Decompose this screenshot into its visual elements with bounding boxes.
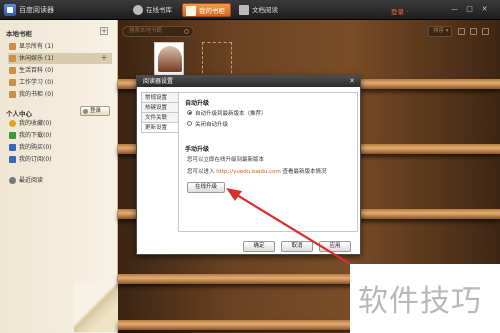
online-upgrade-button[interactable]: 在线升级 (187, 182, 225, 193)
globe-icon (133, 5, 143, 15)
radio-unselected-icon (187, 121, 192, 126)
settings-tabs: 常规设置 热键设置 文件关联 更新设置 (141, 92, 179, 133)
bookshelf-icon (186, 6, 196, 16)
grid-view-icon[interactable] (470, 28, 477, 35)
title-bar: 百度阅读器 在线书库 我的书柜 文档阅读 登录 · — □ ✕ (0, 0, 500, 20)
book-cover-image (158, 46, 182, 72)
sidebar-item-label: 工作学习 (0) (19, 79, 54, 86)
sidebar-item-purchases[interactable]: 我的购买(0) (8, 142, 112, 153)
manual-upgrade-title: 手动升级 (185, 146, 210, 153)
sidebar-item-my-shelf[interactable]: 我的书柜 (0) (8, 89, 112, 100)
book-cover[interactable] (154, 42, 184, 78)
sidebar-item-label: 我的订阅(0) (19, 156, 52, 163)
search-icon[interactable] (184, 29, 189, 34)
search-input[interactable]: 搜索本地书籍 (122, 26, 194, 37)
open-book-icon (239, 5, 249, 15)
sidebar-item-leisure[interactable]: 休闲娱乐 (1) + (8, 53, 112, 64)
list-view-icon[interactable] (458, 28, 465, 35)
watermark: 软件技巧 (350, 264, 500, 333)
download-icon (9, 132, 16, 139)
app-title: 百度阅读器 (19, 6, 54, 14)
tab-label: 我的书柜 (199, 7, 225, 15)
visit-prefix: 您可以进入 (187, 169, 217, 175)
visit-suffix: 查看最新版本情况 (280, 169, 327, 175)
sort-dropdown[interactable]: 排序 ▾ (428, 26, 452, 37)
sidebar-item-subscriptions[interactable]: 我的订阅(0) (8, 154, 112, 165)
radio-label: 关闭自动升级 (195, 122, 229, 128)
radio-disable-auto-upgrade[interactable]: 关闭自动升级 (187, 120, 228, 128)
app-logo-icon (4, 4, 16, 16)
dialog-title: 阅读器设置 (143, 78, 174, 85)
book-stack-icon (9, 43, 16, 50)
tab-label: 在线书库 (146, 6, 172, 14)
empty-book-slot[interactable] (202, 42, 232, 78)
book-stack-icon (9, 79, 16, 86)
sidebar-item-recent[interactable]: 最近阅读 (8, 175, 112, 186)
apply-button[interactable]: 应用 (319, 241, 351, 252)
sidebar-item-label: 生活百科 (0) (19, 67, 54, 74)
tab-label: 文档阅读 (252, 6, 278, 14)
sidebar-item-life[interactable]: 生活百科 (0) (8, 65, 112, 76)
maximize-icon[interactable]: □ (465, 5, 474, 14)
shelf-view-icon[interactable] (482, 28, 489, 35)
update-settings-panel: 自动升级 自动升级到最新版本（推荐） 关闭自动升级 手动升级 您可以立即在线升级… (178, 92, 358, 232)
personal-center-title: 个人中心 (6, 110, 32, 118)
ok-button[interactable]: 确定 (243, 241, 275, 252)
sidebar: 本地书柜 + 显示所有 (1) 休闲娱乐 (1) + 生活百科 (0) 工作学习… (0, 20, 118, 333)
book-stack-icon (9, 67, 16, 74)
tab-document-reading[interactable]: 文档阅读 (236, 3, 283, 17)
radio-selected-icon (187, 110, 192, 115)
sidebar-item-work[interactable]: 工作学习 (0) (8, 77, 112, 88)
sidebar-item-label: 我的购买(0) (19, 144, 52, 151)
rss-icon (9, 156, 16, 163)
tab-my-bookshelf[interactable]: 我的书柜 (182, 3, 231, 17)
cart-icon (9, 144, 16, 151)
radio-auto-upgrade[interactable]: 自动升级到最新版本（推荐） (187, 109, 267, 117)
add-category-icon[interactable]: + (100, 27, 108, 35)
tab-update[interactable]: 更新设置 (141, 122, 179, 133)
sidebar-item-label: 最近阅读 (19, 177, 44, 184)
login-button-label: 登录 (90, 108, 102, 114)
local-bookshelf-title: 本地书柜 (6, 30, 32, 38)
close-icon[interactable]: ✕ (480, 5, 489, 14)
manual-upgrade-description: 您可以立即在线升级到最新版本 (187, 157, 265, 163)
sidebar-item-label: 休闲娱乐 (1) (19, 55, 54, 62)
dialog-title-bar: 阅读器设置 ✕ (137, 76, 360, 87)
radio-label: 自动升级到最新版本（推荐） (195, 111, 267, 117)
sidebar-item-all[interactable]: 显示所有 (1) (8, 41, 112, 52)
reader-settings-dialog: 阅读器设置 ✕ 常规设置 热键设置 文件关联 更新设置 自动升级 自动升级到最新… (136, 75, 361, 255)
login-link[interactable]: 登录 · (391, 6, 408, 16)
book-stack-icon (9, 91, 16, 98)
star-icon (9, 120, 16, 127)
search-placeholder: 搜索本地书籍 (129, 28, 163, 34)
sidebar-item-favorites[interactable]: 我的收藏(0) (8, 118, 112, 129)
minimize-icon[interactable]: — (450, 5, 459, 14)
sidebar-item-label: 我的书柜 (0) (19, 91, 54, 98)
tab-online-library[interactable]: 在线书库 (130, 3, 177, 17)
book-stack-icon (9, 55, 16, 62)
clock-icon (9, 177, 16, 184)
login-button[interactable]: 登录 (80, 106, 110, 116)
sidebar-item-label: 我的下载(0) (19, 132, 52, 139)
visit-site-text: 您可以进入 http://yuedu.baidu.com 查看最新版本情况 (187, 167, 327, 175)
sidebar-item-downloads[interactable]: 我的下载(0) (8, 130, 112, 141)
website-link[interactable]: http://yuedu.baidu.com (216, 169, 281, 175)
close-icon[interactable]: ✕ (348, 77, 356, 85)
watermark-text: 软件技巧 (358, 284, 482, 319)
sidebar-item-label: 我的收藏(0) (19, 120, 52, 127)
sidebar-item-label: 显示所有 (1) (19, 43, 54, 50)
page-curl-decoration (74, 282, 118, 332)
auto-upgrade-title: 自动升级 (185, 100, 210, 107)
add-icon[interactable]: + (100, 54, 108, 62)
cancel-button[interactable]: 取消 (281, 241, 313, 252)
